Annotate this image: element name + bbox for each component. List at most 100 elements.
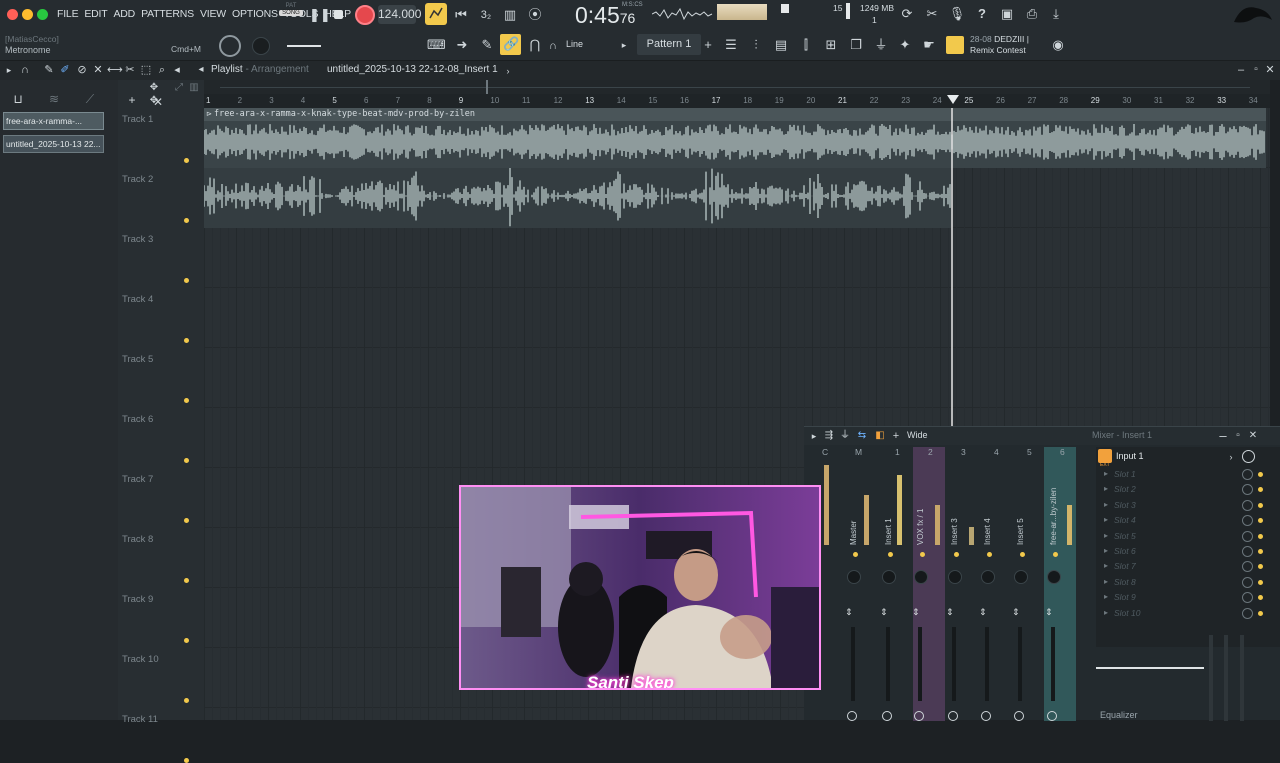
slot-enable-led[interactable]: [1258, 564, 1263, 570]
mixer-menu-arrow-icon[interactable]: ▸: [809, 429, 819, 443]
mixer-volume-fader[interactable]: [851, 627, 855, 701]
panic-icon[interactable]: ✂: [923, 7, 941, 21]
track-mute-dot[interactable]: [184, 758, 189, 763]
slot-mix-knob[interactable]: [1242, 515, 1253, 527]
add-track-icon[interactable]: +: [126, 93, 138, 107]
slot-mix-knob[interactable]: [1242, 499, 1253, 511]
picker-patterns-icon[interactable]: ⊔: [10, 92, 26, 106]
mixer-stereo-icon[interactable]: ⇕: [1012, 607, 1020, 618]
mixer-channel-number[interactable]: 5: [1027, 447, 1032, 457]
master-pitch-knob[interactable]: [252, 37, 270, 55]
tempo-display[interactable]: 124.000: [378, 5, 421, 24]
track-mute-dot[interactable]: [184, 638, 189, 643]
track-mute-dot[interactable]: [184, 518, 189, 523]
plugin-database-icon[interactable]: ❐: [847, 38, 865, 52]
add-pattern-icon[interactable]: +: [702, 38, 714, 52]
track-label[interactable]: Track 3: [122, 234, 153, 245]
picker-audio-icon[interactable]: ≋: [46, 92, 62, 106]
track-label[interactable]: Track 5: [122, 354, 153, 365]
track-label[interactable]: Track 7: [122, 474, 153, 485]
track-options-icon[interactable]: ▥: [188, 81, 200, 95]
mixer-icon[interactable]: ⫿: [797, 38, 815, 52]
help-icon[interactable]: ?: [973, 7, 991, 21]
audio-clip[interactable]: [204, 168, 951, 228]
slot-arrow-icon[interactable]: ▸: [1104, 469, 1108, 478]
mixer-strip-led[interactable]: [1053, 552, 1058, 557]
close-window-button[interactable]: [7, 9, 18, 20]
slot-mix-knob[interactable]: [1242, 530, 1253, 542]
mixer-channel-number[interactable]: 1: [895, 447, 900, 457]
mixer-strip-led[interactable]: [888, 552, 893, 557]
latency-icon[interactable]: [1242, 450, 1255, 463]
slot-enable-led[interactable]: [1258, 472, 1263, 477]
slot-enable-led[interactable]: [1258, 487, 1263, 493]
mixer-view-mode[interactable]: Wide: [907, 430, 928, 440]
mixer-effect-slot[interactable]: Slot 1: [1114, 469, 1136, 479]
mixer-minimize-icon[interactable]: –: [1217, 429, 1229, 443]
mixer-channel-number[interactable]: 3: [961, 447, 966, 457]
mixer-pan-knob[interactable]: [948, 570, 962, 584]
window-restore-icon[interactable]: ▫: [1250, 63, 1262, 77]
track-label[interactable]: Track 1: [122, 114, 153, 125]
draw-tool-icon[interactable]: ✎: [42, 63, 56, 77]
remove-track-icon[interactable]: ✕: [152, 95, 164, 109]
zoom-tool-icon[interactable]: ⌕: [155, 63, 169, 77]
slot-arrow-icon[interactable]: ▸: [1104, 484, 1108, 493]
track-mute-dot[interactable]: [184, 218, 189, 223]
playlist-breadcrumb[interactable]: untitled_2025-10-13 22-12-08_Insert 1: [327, 64, 498, 75]
mixer-pan-knob[interactable]: [1047, 570, 1061, 584]
mixer-channel-number[interactable]: 6: [1060, 447, 1065, 457]
news-thumbnail[interactable]: [946, 36, 964, 54]
mixer-effect-slot[interactable]: Slot 5: [1114, 531, 1136, 541]
track-mute-dot[interactable]: [184, 398, 189, 403]
mixer-strip-name[interactable]: Master: [849, 521, 858, 545]
countdown-icon[interactable]: 3₂: [476, 8, 496, 22]
pattern-selector[interactable]: Pattern 1: [637, 34, 701, 55]
stop-button[interactable]: [334, 10, 343, 19]
menu-edit[interactable]: EDIT: [84, 8, 107, 20]
mixer-effect-slot[interactable]: Slot 2: [1114, 484, 1136, 494]
track-label[interactable]: Track 2: [122, 174, 153, 185]
menu-file[interactable]: FILE: [57, 8, 79, 20]
window-minimize-icon[interactable]: –: [1235, 63, 1247, 77]
mixer-channel-number[interactable]: C: [822, 447, 828, 457]
snap-mode-select[interactable]: Line: [566, 39, 583, 49]
slot-enable-led[interactable]: [1258, 502, 1263, 508]
snap-headphone-icon[interactable]: ∩: [18, 63, 32, 77]
mixer-pan-knob[interactable]: [882, 570, 896, 584]
menu-view[interactable]: VIEW: [200, 8, 226, 20]
mixer-stereo-icon[interactable]: ⇕: [1045, 607, 1053, 618]
slot-mix-knob[interactable]: [1242, 546, 1253, 557]
step-edit-icon[interactable]: ▥: [501, 8, 519, 22]
slot-mix-knob[interactable]: [1242, 561, 1253, 573]
slot-mix-knob[interactable]: [1242, 607, 1253, 619]
wait-input-icon[interactable]: ⏮: [452, 8, 470, 22]
mixer-view-icon[interactable]: ⇶: [823, 429, 835, 443]
mixer-effect-slot[interactable]: Slot 10: [1114, 608, 1140, 618]
metronome-button[interactable]: [425, 3, 447, 25]
mixer-channel-number[interactable]: 4: [994, 447, 999, 457]
sidebar-clip-item[interactable]: free-ara-x-ramma-...: [3, 112, 104, 130]
nav-arrows-icon[interactable]: ✥: [148, 81, 160, 95]
track-mute-dot[interactable]: [184, 458, 189, 463]
timeline-ruler[interactable]: 1 2 3 4 5 6 7 8 9 10 11 12 13 14 15 16 17 18 19 20 21 22 23 24 2…: [204, 94, 1270, 108]
paint-tool-icon[interactable]: ✐: [58, 63, 72, 77]
render-icon[interactable]: ⎙: [1023, 7, 1041, 21]
mixer-volume-fader[interactable]: [918, 627, 922, 701]
playlist-window-arrow-icon[interactable]: ◂: [195, 63, 207, 77]
mixer-stereo-icon[interactable]: ⇕: [912, 607, 920, 618]
magnet-icon[interactable]: ⋂: [527, 38, 543, 52]
mixer-stereo-icon[interactable]: ⇕: [979, 607, 987, 618]
resize-icon[interactable]: ⤢: [173, 81, 185, 95]
mixer-channel-number[interactable]: M: [855, 447, 862, 457]
delete-tool-icon[interactable]: ⊘: [75, 63, 89, 77]
fx-slider[interactable]: [1240, 635, 1244, 721]
mixer-strip-led[interactable]: [920, 552, 925, 557]
mixer-effect-slot[interactable]: Slot 4: [1114, 515, 1136, 525]
mixer-pan-knob[interactable]: [1014, 570, 1028, 584]
mixer-stereo-icon[interactable]: ⇕: [880, 607, 888, 618]
main-volume-slider[interactable]: [287, 45, 321, 47]
slot-mix-knob[interactable]: [1242, 484, 1253, 496]
track-mute-dot[interactable]: [184, 278, 189, 283]
pencil-icon[interactable]: ✎: [478, 38, 496, 52]
